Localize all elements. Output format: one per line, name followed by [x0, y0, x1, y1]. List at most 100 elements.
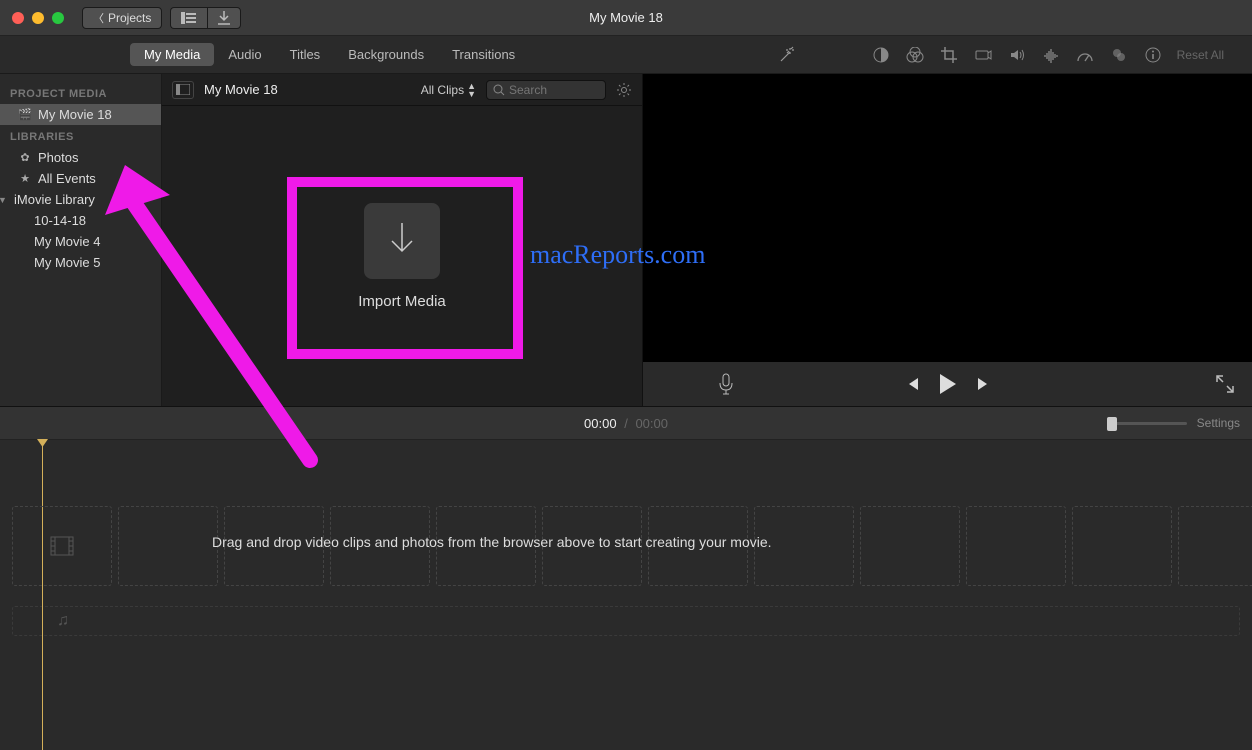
tab-my-media[interactable]: My Media: [130, 43, 214, 66]
skip-back-icon: [904, 376, 920, 392]
timeline-slot[interactable]: [436, 506, 536, 586]
download-arrow-icon: [384, 221, 420, 261]
media-tabs-row: My Media Audio Titles Backgrounds Transi…: [0, 36, 1252, 74]
prev-button[interactable]: [904, 376, 920, 392]
timeline-slot[interactable]: [966, 506, 1066, 586]
stabilization-icon[interactable]: [973, 45, 993, 65]
timeline-slot[interactable]: [12, 506, 112, 586]
disclosure-triangle-icon[interactable]: ▼: [0, 195, 8, 205]
sidebar-header-project-media: PROJECT MEDIA: [0, 82, 161, 104]
fullscreen-window-button[interactable]: [52, 12, 64, 24]
import-media-button[interactable]: Import Media: [358, 203, 446, 310]
music-note-icon: ♫: [57, 612, 69, 630]
sidebar-event-0[interactable]: 10-14-18: [0, 210, 161, 231]
sidebar-project-label: My Movie 18: [38, 107, 112, 122]
clip-filter-icon[interactable]: [1109, 45, 1129, 65]
viewer-controls: [643, 362, 1252, 406]
play-icon: [938, 373, 958, 395]
viewer-tools: Reset All: [777, 45, 1252, 65]
next-button[interactable]: [976, 376, 992, 392]
noise-reduction-icon[interactable]: [1041, 45, 1061, 65]
timeline-slot[interactable]: [1178, 506, 1252, 586]
sidebar-item-photos[interactable]: ✿ Photos: [0, 147, 161, 168]
timeline-header: 00:00 / 00:00 Settings: [0, 406, 1252, 440]
traffic-lights: [0, 12, 64, 24]
star-icon: ★: [18, 172, 32, 186]
search-input[interactable]: [509, 83, 599, 97]
browser-settings-button[interactable]: [616, 82, 632, 98]
tab-titles[interactable]: Titles: [276, 43, 335, 66]
viewer: [642, 74, 1252, 406]
projects-back-button[interactable]: 〈 Projects: [82, 7, 162, 29]
library-list-button[interactable]: [170, 7, 207, 29]
browser-body: Import Media: [162, 106, 642, 406]
fullscreen-button[interactable]: [1216, 375, 1234, 393]
sidebar-header-libraries: LIBRARIES: [0, 125, 161, 147]
sidebar-toggle-button[interactable]: [172, 81, 194, 99]
timeline-slot[interactable]: [118, 506, 218, 586]
timeline[interactable]: Drag and drop video clips and photos fro…: [0, 440, 1252, 750]
sidebar-item-all-events[interactable]: ★ All Events: [0, 168, 161, 189]
color-correction-icon[interactable]: [905, 45, 925, 65]
speed-icon[interactable]: [1075, 45, 1095, 65]
library-list-icon: [181, 12, 197, 24]
main-content-row: PROJECT MEDIA 🎬 My Movie 18 LIBRARIES ✿ …: [0, 74, 1252, 406]
timeline-slot[interactable]: [648, 506, 748, 586]
search-field[interactable]: [486, 80, 606, 100]
tab-transitions[interactable]: Transitions: [438, 43, 529, 66]
titlebar-left-controls: 〈 Projects: [82, 7, 241, 29]
volume-icon[interactable]: [1007, 45, 1027, 65]
color-balance-icon[interactable]: [871, 45, 891, 65]
timeline-settings-button[interactable]: Settings: [1197, 416, 1240, 430]
playhead[interactable]: [42, 440, 43, 750]
sidebar-toggle-icon: [176, 84, 190, 95]
tab-audio[interactable]: Audio: [214, 43, 275, 66]
search-icon: [493, 84, 505, 96]
sidebar-event-2[interactable]: My Movie 5: [0, 252, 161, 273]
timeline-video-track[interactable]: Drag and drop video clips and photos fro…: [12, 506, 1240, 586]
enhance-wand-icon[interactable]: [777, 45, 797, 65]
timeline-slot[interactable]: [754, 506, 854, 586]
photos-flower-icon: ✿: [18, 151, 32, 165]
media-browser: My Movie 18 All Clips ▲▼ Impor: [162, 74, 642, 406]
titlebar: 〈 Projects My Movie 18: [0, 0, 1252, 36]
updown-chevron-icon: ▲▼: [467, 82, 476, 98]
timeline-slot[interactable]: [1072, 506, 1172, 586]
crop-icon[interactable]: [939, 45, 959, 65]
window-title: My Movie 18: [589, 10, 663, 25]
sidebar-item-imovie-library[interactable]: ▼ iMovie Library: [0, 189, 161, 210]
timeline-slot[interactable]: [330, 506, 430, 586]
sidebar-item-project[interactable]: 🎬 My Movie 18: [0, 104, 161, 125]
browser-header: My Movie 18 All Clips ▲▼: [162, 74, 642, 106]
clapperboard-icon: 🎬: [18, 108, 32, 122]
chevron-left-icon: 〈: [93, 10, 104, 26]
media-tabs: My Media Audio Titles Backgrounds Transi…: [0, 43, 529, 66]
skip-forward-icon: [976, 376, 992, 392]
projects-label: Projects: [108, 11, 151, 25]
timeline-slot[interactable]: [542, 506, 642, 586]
timecode-display: 00:00 / 00:00: [584, 416, 668, 431]
gear-icon: [616, 82, 632, 98]
download-arrow-icon: [218, 11, 230, 25]
zoom-slider-thumb[interactable]: [1107, 417, 1117, 431]
timeline-slot[interactable]: [860, 506, 960, 586]
play-button[interactable]: [938, 373, 958, 395]
timeline-header-right: Settings: [1107, 416, 1252, 430]
voiceover-record-button[interactable]: [718, 373, 734, 395]
close-window-button[interactable]: [12, 12, 24, 24]
sidebar-all-events-label: All Events: [38, 171, 96, 186]
reset-all-button[interactable]: Reset All: [1177, 48, 1232, 62]
zoom-slider[interactable]: [1107, 422, 1187, 425]
import-media-icon-box: [364, 203, 440, 279]
import-button[interactable]: [207, 7, 241, 29]
filmstrip-icon: [50, 536, 74, 556]
info-icon[interactable]: [1143, 45, 1163, 65]
sidebar-event-1[interactable]: My Movie 4: [0, 231, 161, 252]
tab-backgrounds[interactable]: Backgrounds: [334, 43, 438, 66]
minimize-window-button[interactable]: [32, 12, 44, 24]
timeline-audio-track[interactable]: ♫: [12, 606, 1240, 636]
timeline-slot[interactable]: [224, 506, 324, 586]
clip-filter-dropdown[interactable]: All Clips ▲▼: [421, 82, 476, 98]
sidebar-photos-label: Photos: [38, 150, 78, 165]
total-duration: 00:00: [635, 416, 668, 431]
